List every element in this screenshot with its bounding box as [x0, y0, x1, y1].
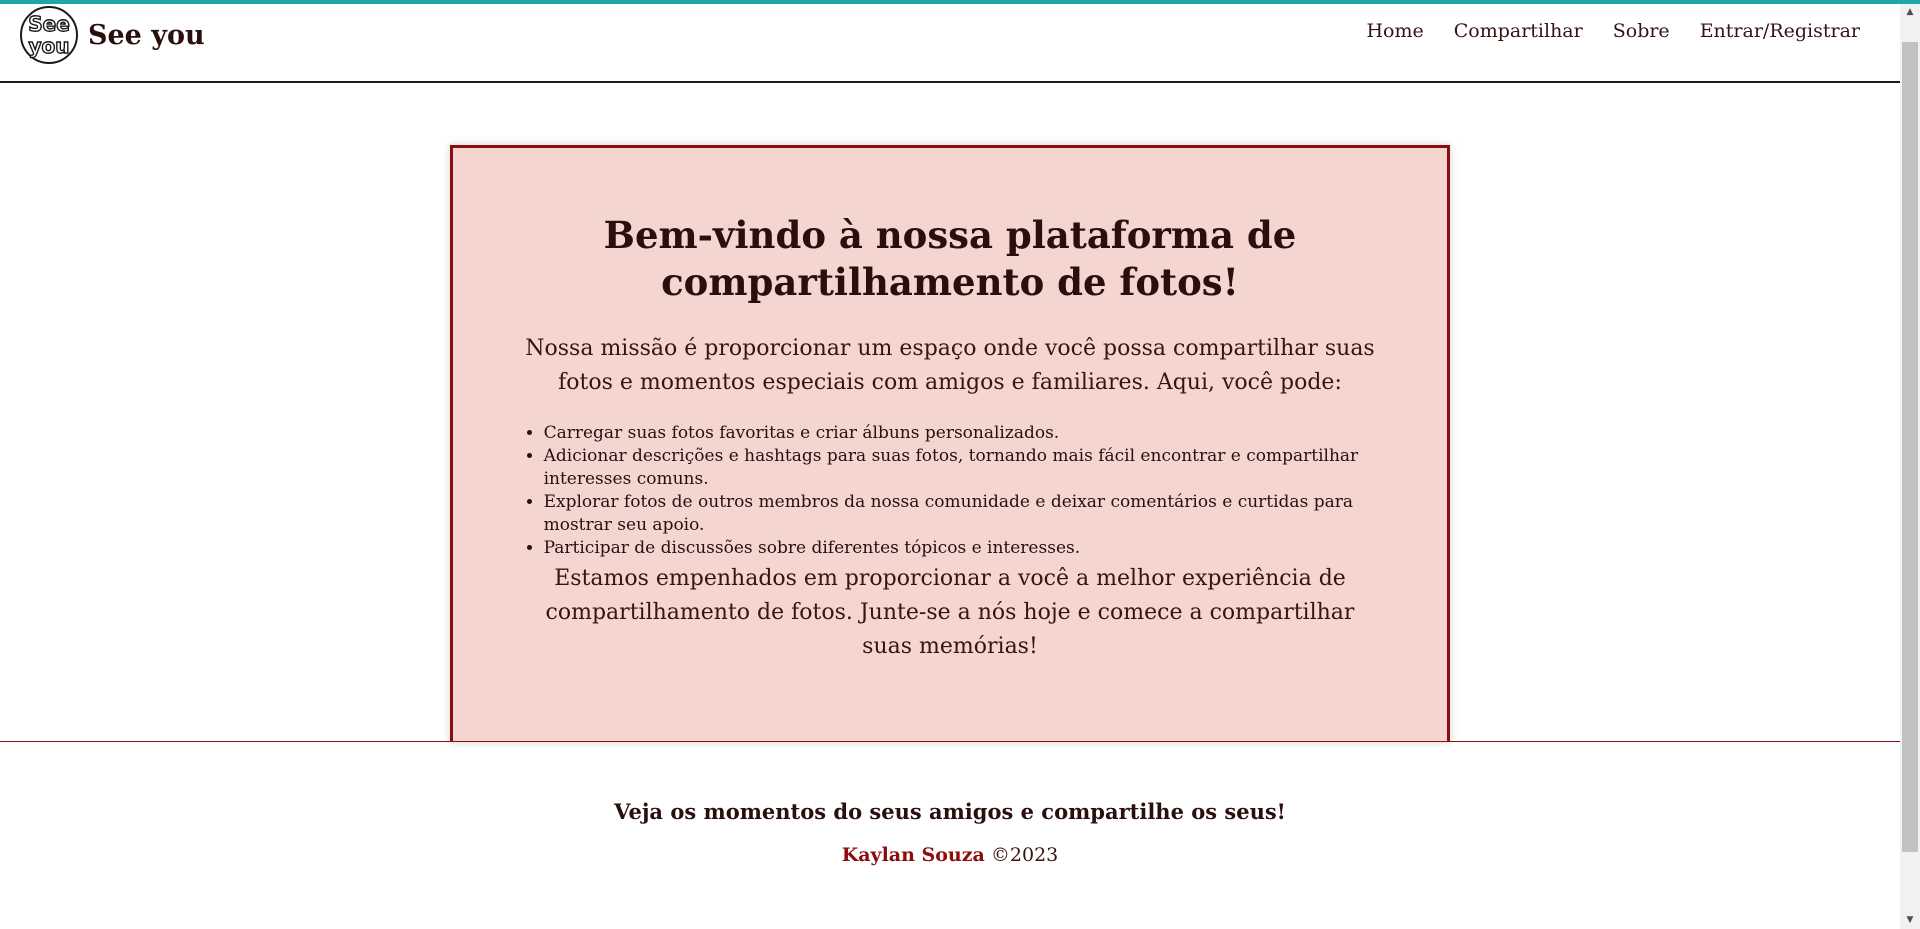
mission-outro: Estamos empenhados em proporcionar a voc…	[545, 566, 1355, 659]
copyright: ©2023	[990, 844, 1059, 866]
feature-item: Carregar suas fotos favoritas e criar ál…	[544, 422, 1392, 445]
site-footer: Veja os momentos do seus amigos e compar…	[0, 742, 1900, 928]
mission-intro: Nossa missão é proporcionar um espaço on…	[525, 336, 1375, 395]
feature-list: Carregar suas fotos favoritas e criar ál…	[513, 422, 1392, 560]
svg-text:See: See	[28, 12, 70, 36]
welcome-card: Bem-vindo à nossa plataforma de comparti…	[450, 145, 1450, 742]
feature-item: Participar de discussões sobre diferente…	[544, 537, 1392, 560]
author-name: Kaylan Souza	[841, 844, 985, 866]
brand[interactable]: See you See you	[18, 4, 205, 66]
nav-home[interactable]: Home	[1366, 20, 1423, 42]
nav-entrar-registrar[interactable]: Entrar/Registrar	[1700, 20, 1860, 42]
footer-tagline: Veja os momentos do seus amigos e compar…	[614, 799, 1286, 824]
feature-item: Explorar fotos de outros membros da noss…	[544, 491, 1392, 537]
scrollbar-thumb[interactable]	[1902, 42, 1918, 852]
feature-item: Adicionar descrições e hashtags para sua…	[544, 445, 1392, 491]
vertical-scrollbar[interactable]: ▲ ▼	[1900, 4, 1920, 929]
see-you-logo-icon: See you	[20, 6, 78, 64]
nav-sobre[interactable]: Sobre	[1613, 20, 1670, 42]
site-header: See you See you Home Compartilhar Sobre …	[0, 4, 1900, 83]
scroll-down-arrow-icon[interactable]: ▼	[1900, 912, 1920, 929]
footer-credit: Kaylan Souza ©2023	[0, 844, 1900, 866]
scroll-up-arrow-icon[interactable]: ▲	[1900, 4, 1920, 21]
svg-text:you: you	[28, 34, 69, 58]
welcome-title: Bem-vindo à nossa plataforma de comparti…	[603, 213, 1297, 304]
nav-compartilhar[interactable]: Compartilhar	[1454, 20, 1583, 42]
brand-name: See you	[88, 19, 205, 51]
main-nav: Home Compartilhar Sobre Entrar/Registrar	[1336, 20, 1860, 42]
